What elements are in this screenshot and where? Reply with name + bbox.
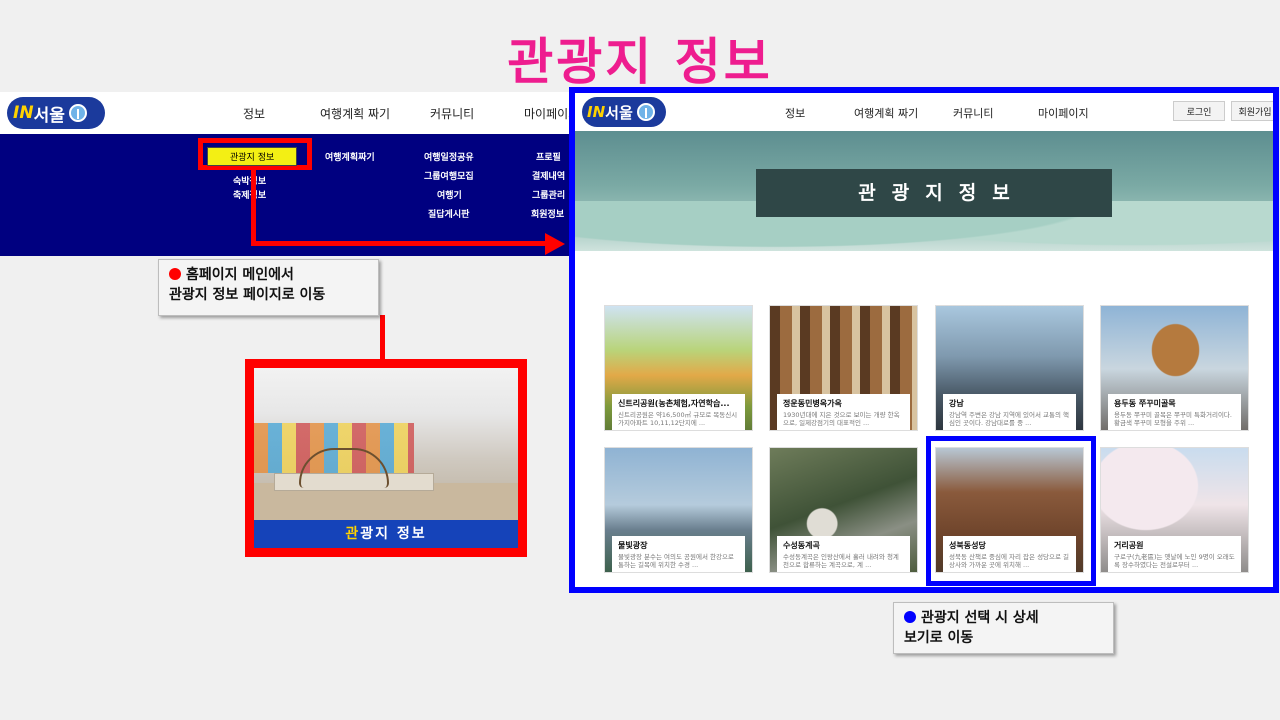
menu-member-info[interactable]: 회원정보: [531, 207, 564, 220]
brand-prefix: IN: [587, 103, 606, 121]
callout-main-to-info: 홈페이지 메인에서 관광지 정보 페이지로 이동: [158, 259, 379, 316]
card-title: 용두동 쭈꾸미골목: [1114, 399, 1176, 408]
brand-logo[interactable]: IN 서울: [7, 97, 105, 129]
card-desc: 수성동계곡은 인왕산에서 흘러 내려와 청계천으로 합류하는 계곡으로, 계 .…: [783, 553, 899, 569]
main-page-navbar: IN 서울 정보 여행계획 짜기 커뮤니티 마이페이지: [0, 92, 600, 134]
card-desc: 용두동 쭈꾸미 골목은 쭈꾸미 특화거리이다. 황금색 쭈꾸미 모형을 주위 .…: [1114, 411, 1232, 427]
attraction-card[interactable]: 수성동계곡수성동계곡은 인왕산에서 흘러 내려와 청계천으로 합류하는 계곡으로…: [769, 447, 918, 573]
nav-info[interactable]: 정보: [243, 105, 265, 122]
menu-itinerary-share[interactable]: 여행일정공유: [424, 150, 474, 163]
thumbnail-caption: 관광지 정보: [254, 520, 518, 548]
card-title: 강남: [949, 399, 964, 408]
card-desc: 신트리공원은 약16,500㎡ 규모로 목동신시가지아파트 10,11,12단지…: [618, 411, 738, 427]
menu-lodging-info[interactable]: 숙박정보: [233, 174, 266, 187]
nav-community[interactable]: 커뮤니티: [953, 105, 993, 121]
attraction-card[interactable]: 거리공원구로구(九老區)는 옛날에 노인 9명이 오래도록 장수하였다는 전설로…: [1100, 447, 1249, 573]
brand-name: 서울: [33, 105, 65, 126]
callout-right-line1: 관광지 선택 시 상세: [921, 610, 1039, 626]
attraction-card[interactable]: 신트리공원(농촌체험,자연학습... 신트리공원은 약16,500㎡ 규모로 목동…: [604, 305, 753, 431]
callout-detail-view: 관광지 선택 시 상세 보기로 이동: [893, 602, 1114, 654]
red-dot-icon: [169, 268, 181, 280]
signup-button[interactable]: 회원가입: [1231, 101, 1273, 121]
menu-profile[interactable]: 프로필: [536, 150, 561, 163]
arrow-line-horizontal: [251, 241, 547, 246]
menu-payment-history[interactable]: 결제내역: [532, 169, 565, 182]
card-title: 신트리공원(농촌체험,자연학습...: [618, 399, 730, 408]
menu-qna-board[interactable]: 질답게시판: [428, 207, 469, 220]
card-title: 물빛광장: [618, 541, 648, 550]
location-pin-icon: [636, 103, 655, 121]
callout-right-line2: 보기로 이동: [904, 630, 974, 646]
menu-travelogue[interactable]: 여행기: [437, 188, 462, 201]
callout-left-line2: 관광지 정보 페이지로 이동: [169, 287, 326, 303]
caption-first-char: 관: [345, 526, 361, 542]
arrow-right-icon: [545, 233, 565, 255]
callout-left-line1: 홈페이지 메인에서: [186, 267, 294, 283]
menu-group-manage[interactable]: 그룹관리: [532, 188, 565, 201]
nav-info[interactable]: 정보: [785, 105, 805, 121]
card-title: 거리공원: [1114, 541, 1144, 550]
card-desc: 1930년대에 지은 것으로 보이는 개량 한옥으로, 일제강점기의 대표적인 …: [783, 411, 900, 427]
brand-name: 서울: [605, 103, 633, 122]
hero-title: 관광지정보: [756, 169, 1112, 217]
hero-banner: 관광지정보: [575, 131, 1273, 251]
blue-dot-icon: [904, 611, 916, 623]
nav-trip-planning[interactable]: 여행계획 짜기: [854, 105, 918, 121]
brand-prefix: IN: [13, 103, 34, 123]
login-button[interactable]: 로그인: [1173, 101, 1225, 121]
tourist-info-page: IN 서울 정보 여행계획 짜기 커뮤니티 마이페이지 로그인 회원가입 관광지…: [569, 87, 1279, 593]
menu-trip-plan[interactable]: 여행계획짜기: [325, 150, 375, 163]
tourist-info-thumbnail: 관광지 정보: [245, 359, 527, 557]
info-page-navbar: IN 서울 정보 여행계획 짜기 커뮤니티 마이페이지 로그인 회원가입: [575, 93, 1273, 131]
slide-title: 관광지 정보: [507, 33, 773, 91]
card-title: 정운동민병옥가옥: [783, 399, 842, 408]
menu-group-trip[interactable]: 그룹여행모집: [424, 169, 474, 182]
highlight-box-card: [926, 436, 1096, 586]
caption-rest: 광지 정보: [360, 526, 427, 542]
nav-community[interactable]: 커뮤니티: [430, 105, 474, 122]
museum-interior-image: [254, 368, 518, 520]
card-desc: 물빛광장 분수는 여의도 공원에서 한강으로 통하는 길목에 위치한 수경 ..…: [618, 553, 734, 569]
arrow-line-vertical: [251, 166, 256, 246]
nav-mypage[interactable]: 마이페이지: [1038, 105, 1089, 121]
card-title: 수성동계곡: [783, 541, 820, 550]
menu-tourist-info[interactable]: 관광지 정보: [207, 147, 298, 166]
menu-festival-info[interactable]: 축제정보: [233, 188, 266, 201]
card-desc: 구로구(九老區)는 옛날에 노인 9명이 오래도록 장수하였다는 전설로부터 .…: [1114, 553, 1235, 569]
attraction-card[interactable]: 정운동민병옥가옥 1930년대에 지은 것으로 보이는 개량 한옥으로, 일제강점…: [769, 305, 918, 431]
nav-trip-planning[interactable]: 여행계획 짜기: [320, 105, 390, 122]
brand-logo[interactable]: IN 서울: [582, 97, 666, 127]
attraction-card[interactable]: 강남강남역 주변은 강남 지역에 있어서 교통의 핵심인 곳이다. 강남대로를 …: [935, 305, 1084, 431]
location-pin-icon: [68, 104, 87, 122]
attraction-card[interactable]: 물빛광장물빛광장 분수는 여의도 공원에서 한강으로 통하는 길목에 위치한 수…: [604, 447, 753, 573]
card-desc: 강남역 주변은 강남 지역에 있어서 교통의 핵심인 곳이다. 강남대로를 중 …: [949, 411, 1070, 427]
arrow-line-connector: [380, 315, 385, 361]
attraction-card[interactable]: 용두동 쭈꾸미골목용두동 쭈꾸미 골목은 쭈꾸미 특화거리이다. 황금색 쭈꾸미…: [1100, 305, 1249, 431]
